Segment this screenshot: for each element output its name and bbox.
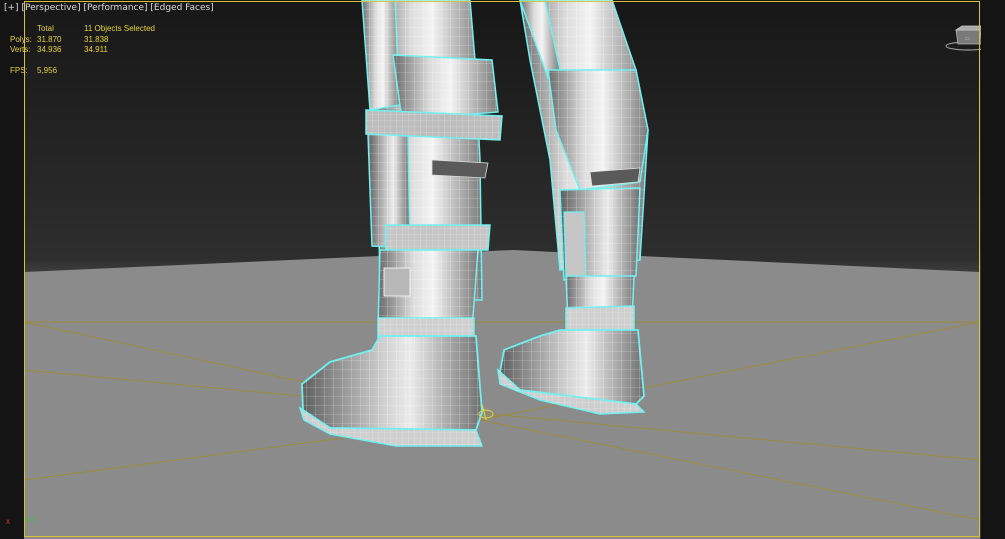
viewport-shading-menu[interactable]: [Edged Faces]: [150, 3, 213, 13]
stats-polys-selected: 31.838: [84, 34, 109, 44]
axis-y-label: y: [31, 514, 35, 523]
stats-fps-value: 5,956: [37, 65, 58, 75]
viewport-plus-menu[interactable]: [+]: [4, 3, 19, 13]
statistics-overlay: Total 11 Objects Selected Polys: 31.870 …: [10, 24, 164, 76]
right-leg-mesh[interactable]: [496, 0, 649, 415]
stats-verts-selected: 34.911: [84, 45, 108, 54]
stats-verts-total: 34.936: [37, 45, 62, 54]
stats-polys-total: 31.870: [37, 34, 62, 44]
stats-polys-label: Polys:: [10, 34, 32, 44]
svg-text:▭: ▭: [965, 36, 970, 42]
left-margin-bar: [0, 0, 24, 539]
stats-total-header: Total: [37, 24, 54, 33]
viewport-label-menu[interactable]: [+] [Perspective] [Performance] [Edged F…: [4, 3, 214, 13]
left-leg-mesh[interactable]: [298, 0, 503, 447]
ground-plane: [24, 250, 980, 539]
viewport-mode-menu[interactable]: [Performance]: [83, 3, 147, 13]
scene-render[interactable]: ▭: [0, 0, 1005, 539]
right-margin-bar: [981, 0, 1005, 539]
stats-fps-label: FPS:: [10, 65, 28, 75]
stats-selected-header: 11 Objects Selected: [84, 24, 156, 33]
viewport-view-menu[interactable]: [Perspective]: [21, 3, 80, 13]
stats-verts-label: Verts:: [10, 45, 31, 54]
perspective-viewport[interactable]: ▭ [+] [Perspective] [Performance] [Edged…: [0, 0, 1005, 539]
axis-x-label: x: [6, 517, 10, 526]
